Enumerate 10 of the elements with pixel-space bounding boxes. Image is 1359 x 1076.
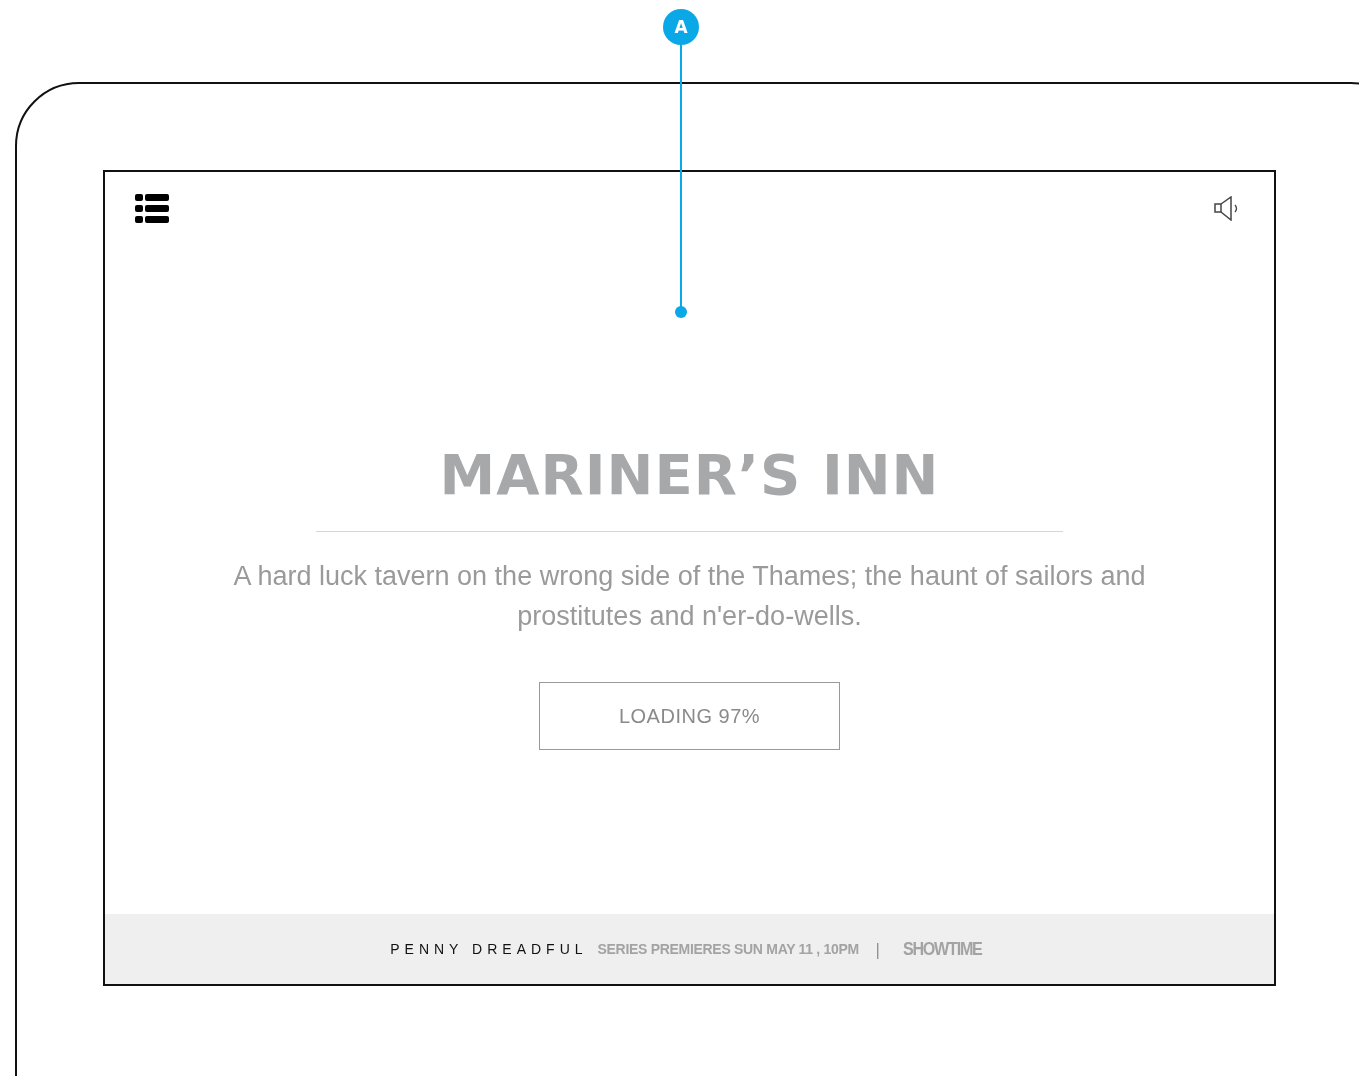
network-logo: SHOWTIME [903, 938, 982, 960]
show-title: PENNY DREADFUL [390, 941, 588, 957]
annotation-marker: A [663, 9, 699, 45]
loading-button[interactable]: LOADING 97% [539, 682, 840, 750]
separator: | [874, 939, 881, 959]
premiere-text: SERIES PREMIERES SUN MAY 11 , 10PM [597, 941, 859, 957]
location-title: MARINER’S INN [439, 441, 940, 509]
speaker-icon[interactable] [1214, 196, 1240, 221]
location-description: A hard luck tavern on the wrong side of the Thames; the haunt of sailors and prostitutes and n'er-do-wells. [232, 560, 1147, 633]
list-menu-icon[interactable] [135, 194, 169, 223]
